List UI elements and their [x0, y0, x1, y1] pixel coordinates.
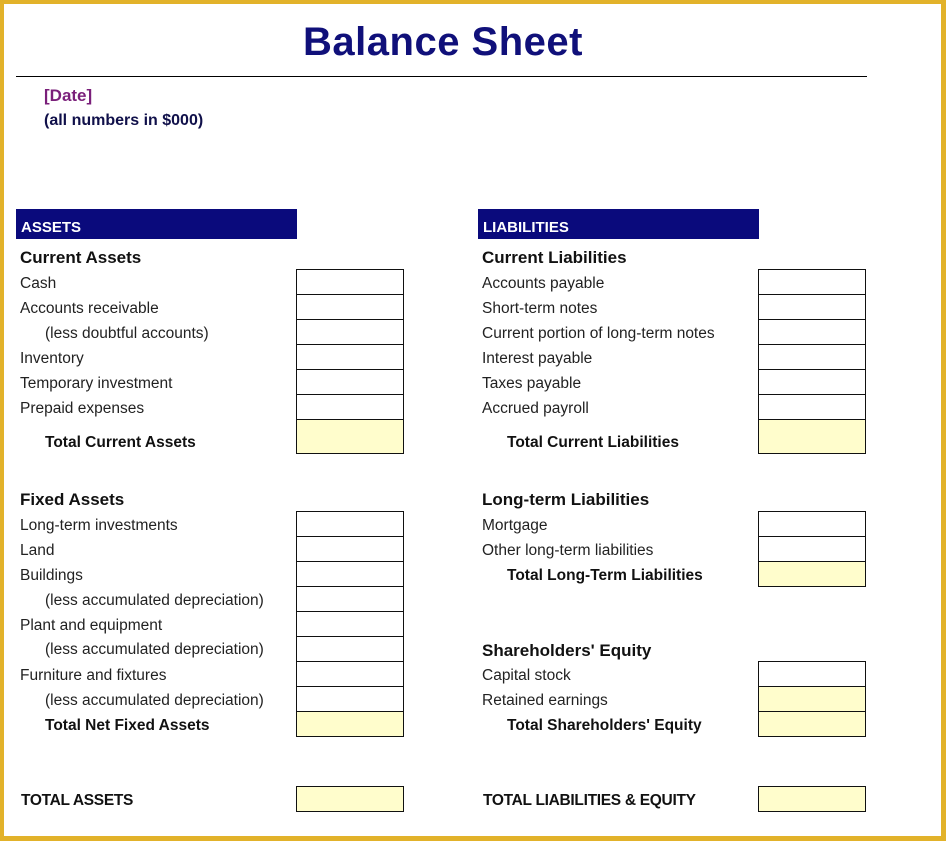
total-current-liabilities-cell[interactable]: [758, 419, 866, 454]
furniture-fixtures-input[interactable]: [296, 661, 404, 687]
item-label: Plant and equipment: [20, 617, 163, 634]
long-term-liabilities-heading: Long-term Liabilities: [482, 490, 650, 509]
current-liabilities-heading: Current Liabilities: [482, 248, 627, 267]
item-label: Buildings: [20, 567, 83, 584]
mortgage-input[interactable]: [758, 511, 866, 537]
item-label: Land: [20, 542, 55, 559]
long-term-investments-input[interactable]: [296, 511, 404, 537]
current-assets-heading: Current Assets: [20, 248, 142, 267]
item-label: (less accumulated depreciation): [45, 692, 264, 709]
interest-payable-input[interactable]: [758, 344, 866, 370]
item-label: Accounts payable: [482, 275, 605, 292]
buildings-input[interactable]: [296, 561, 404, 587]
doubtful-accounts-input[interactable]: [296, 319, 404, 345]
buildings-depreciation-input[interactable]: [296, 586, 404, 612]
date-field[interactable]: [Date]: [44, 86, 92, 106]
item-label: Long-term investments: [20, 517, 178, 534]
accounts-payable-input[interactable]: [758, 269, 866, 295]
item-label: Accrued payroll: [482, 400, 589, 417]
item-label: Retained earnings: [482, 692, 608, 709]
page-title: Balance Sheet: [303, 20, 583, 64]
total-shareholders-equity-cell[interactable]: [758, 711, 866, 737]
total-label: Total Current Assets: [45, 434, 196, 451]
title-divider: [16, 76, 867, 77]
total-current-assets-cell[interactable]: [296, 419, 404, 454]
capital-stock-input[interactable]: [758, 661, 866, 687]
liabilities-banner: LIABILITIES: [478, 209, 759, 239]
cash-input[interactable]: [296, 269, 404, 295]
item-label: Prepaid expenses: [20, 400, 145, 417]
item-label: Cash: [20, 275, 57, 292]
fixed-assets-heading: Fixed Assets: [20, 490, 125, 509]
current-portion-notes-input[interactable]: [758, 319, 866, 345]
plant-depreciation-input[interactable]: [296, 636, 404, 662]
item-label: (less accumulated depreciation): [45, 641, 264, 658]
units-note: (all numbers in $000): [44, 112, 204, 129]
item-label: Mortgage: [482, 517, 548, 534]
accrued-payroll-input[interactable]: [758, 394, 866, 420]
item-label: Interest payable: [482, 350, 593, 367]
total-liabilities-equity-label: TOTAL LIABILITIES & EQUITY: [483, 792, 696, 809]
item-label: (less accumulated depreciation): [45, 592, 264, 609]
total-assets-cell[interactable]: [296, 786, 404, 812]
total-label: Total Current Liabilities: [507, 434, 679, 451]
total-label: Total Shareholders' Equity: [507, 717, 702, 734]
plant-equipment-input[interactable]: [296, 611, 404, 637]
total-liabilities-equity-cell[interactable]: [758, 786, 866, 812]
accounts-receivable-input[interactable]: [296, 294, 404, 320]
total-label: Total Net Fixed Assets: [45, 717, 210, 734]
item-label: Other long-term liabilities: [482, 542, 654, 559]
item-label: Short-term notes: [482, 300, 598, 317]
item-label: Current portion of long-term notes: [482, 325, 715, 342]
total-net-fixed-assets-cell[interactable]: [296, 711, 404, 737]
total-long-term-liabilities-cell[interactable]: [758, 561, 866, 587]
item-label: Temporary investment: [20, 375, 173, 392]
shareholders-equity-heading: Shareholders' Equity: [482, 641, 652, 660]
total-assets-label: TOTAL ASSETS: [21, 792, 134, 809]
item-label: Accounts receivable: [20, 300, 159, 317]
taxes-payable-input[interactable]: [758, 369, 866, 395]
inventory-input[interactable]: [296, 344, 404, 370]
temporary-investment-input[interactable]: [296, 369, 404, 395]
item-label: Furniture and fixtures: [20, 667, 167, 684]
assets-banner: ASSETS: [16, 209, 297, 239]
other-long-term-liabilities-input[interactable]: [758, 536, 866, 562]
item-label: (less doubtful accounts): [45, 325, 209, 342]
furniture-depreciation-input[interactable]: [296, 686, 404, 712]
item-label: Capital stock: [482, 667, 571, 684]
item-label: Taxes payable: [482, 375, 582, 392]
prepaid-expenses-input[interactable]: [296, 394, 404, 420]
short-term-notes-input[interactable]: [758, 294, 866, 320]
item-label: Inventory: [20, 350, 84, 367]
land-input[interactable]: [296, 536, 404, 562]
total-label: Total Long-Term Liabilities: [507, 567, 703, 584]
retained-earnings-input[interactable]: [758, 686, 866, 712]
